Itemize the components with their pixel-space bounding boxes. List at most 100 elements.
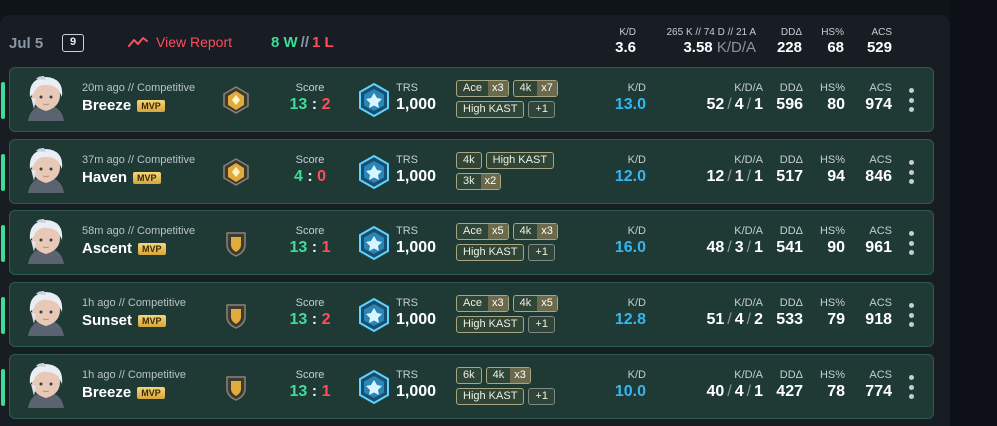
match-row[interactable]: 58m ago // Competitive Ascent MVP Score …: [1, 210, 934, 275]
hs-label: HS%: [819, 225, 845, 237]
match-kda: K/D/A 40/4/1: [670, 369, 763, 401]
score-separator: :: [311, 239, 318, 256]
kda-label: K/D/A: [734, 297, 763, 309]
gold-shield-rank-icon: [226, 376, 246, 401]
trs-label: TRS: [396, 297, 418, 309]
score-label: Score: [295, 369, 325, 381]
more-options-icon[interactable]: [906, 375, 916, 399]
day-kd-value: 3.6: [615, 39, 636, 56]
more-badges-chip[interactable]: +1: [528, 388, 555, 405]
match-time-mode: 1h ago // Competitive: [82, 369, 186, 381]
achievement-badge: Ace x5: [456, 223, 509, 240]
match-score: Score 13 : 2: [285, 82, 335, 114]
kda-sep: /: [727, 168, 732, 185]
trs-rank-icon: [359, 154, 389, 190]
achievement-badge: High KAST: [485, 152, 555, 169]
kd-label: K/D: [627, 225, 646, 237]
badge-label: 4k: [463, 154, 475, 166]
kda-sep: /: [727, 239, 732, 256]
badge-label: Ace: [463, 225, 482, 237]
acs-value: 918: [865, 311, 892, 328]
day-kda-value: 3.58 K/D/A: [648, 39, 756, 56]
badge-label: Ace: [463, 297, 482, 309]
score-enemy: 0: [317, 168, 327, 185]
hs-label: HS%: [819, 297, 845, 309]
achievement-badges: 6k 4k x3 High KAST +1: [456, 367, 576, 409]
badge-label: 6k: [463, 369, 475, 381]
kd-value: 16.0: [614, 239, 646, 256]
kills: 51: [706, 311, 725, 328]
match-kd: K/D 10.0: [606, 369, 646, 401]
agent-avatar-icon: [28, 76, 64, 121]
match-kda: K/D/A 51/4/2: [670, 297, 763, 329]
match-acs: ACS 961: [858, 225, 892, 257]
trs-value: 1,000: [396, 311, 437, 328]
badge-label: High KAST: [463, 390, 518, 402]
day-kd-label: K/D: [619, 27, 636, 38]
achievement-badge: High KAST: [456, 101, 525, 118]
match-row[interactable]: 1h ago // Competitive Sunset MVP Score 1…: [1, 282, 934, 347]
more-options-icon[interactable]: [906, 231, 916, 255]
dd-label: DDΔ: [779, 82, 803, 94]
kd-value: 12.0: [614, 168, 646, 185]
agent-avatar-icon: [28, 363, 64, 408]
trs-value: 1,000: [396, 96, 437, 113]
kda-sep: /: [727, 311, 732, 328]
badge-label: +1: [535, 318, 548, 330]
achievement-badge: 4k x7: [512, 80, 558, 97]
match-row[interactable]: 20m ago // Competitive Breeze MVP Score …: [1, 67, 934, 132]
wins-count: 8 W: [271, 34, 298, 51]
kd-label: K/D: [627, 297, 646, 309]
kd-label: K/D: [627, 154, 646, 166]
match-dd: DDΔ 533: [772, 297, 803, 329]
day-hs-label: HS%: [821, 27, 844, 38]
dd-label: DDΔ: [779, 369, 803, 381]
more-options-icon[interactable]: [906, 88, 916, 112]
map-name: Ascent: [82, 240, 133, 257]
trs-rank-icon: [359, 297, 389, 333]
hs-value: 90: [827, 239, 845, 256]
achievement-badge: Ace x3: [456, 80, 509, 97]
more-badges-chip[interactable]: +1: [528, 316, 555, 333]
day-acs-value: 529: [866, 39, 892, 56]
match-row[interactable]: 37m ago // Competitive Haven MVP Score 4…: [1, 139, 934, 204]
hs-label: HS%: [819, 369, 845, 381]
acs-value: 961: [865, 239, 892, 256]
day-kd-stat: K/D 3.6: [604, 27, 636, 56]
achievement-badge: High KAST: [456, 316, 525, 333]
kda-sep: /: [746, 96, 752, 113]
win-loss-summary: 8 W//1 L: [271, 34, 334, 51]
acs-label: ACS: [869, 82, 892, 94]
match-row[interactable]: 1h ago // Competitive Breeze MVP Score 1…: [1, 354, 934, 419]
badge-label: +1: [535, 390, 548, 402]
badge-label: 4k: [519, 297, 532, 309]
score-separator: :: [311, 311, 318, 328]
more-badges-chip[interactable]: +1: [528, 244, 555, 261]
kda-sep: /: [727, 383, 732, 400]
kda-sep: /: [746, 383, 752, 400]
kda-label: K/D/A: [734, 369, 763, 381]
dd-value: 541: [776, 239, 803, 256]
badge-multiplier: x2: [480, 174, 501, 189]
achievement-badge: 3k x2: [456, 173, 502, 190]
more-badges-chip[interactable]: +1: [528, 101, 555, 118]
day-acs-label: ACS: [871, 27, 892, 38]
deaths: 1: [734, 168, 744, 185]
view-report-link[interactable]: View Report: [128, 34, 232, 50]
trs-value: 1,000: [396, 383, 437, 400]
score-label: Score: [295, 82, 325, 94]
badge-multiplier: x5: [537, 296, 557, 311]
page-margin: [950, 0, 997, 426]
kda-sep: /: [746, 311, 752, 328]
acs-value: 846: [865, 168, 892, 185]
match-dd: DDΔ 427: [772, 369, 803, 401]
more-options-icon[interactable]: [906, 303, 916, 327]
kills: 48: [706, 239, 725, 256]
badge-multiplier: x7: [537, 81, 557, 96]
score-team: 13: [289, 383, 308, 400]
more-options-icon[interactable]: [906, 160, 916, 184]
dd-value: 517: [776, 168, 803, 185]
match-score: Score 13 : 1: [285, 369, 335, 401]
mvp-badge: MVP: [137, 386, 165, 399]
acs-label: ACS: [869, 225, 892, 237]
